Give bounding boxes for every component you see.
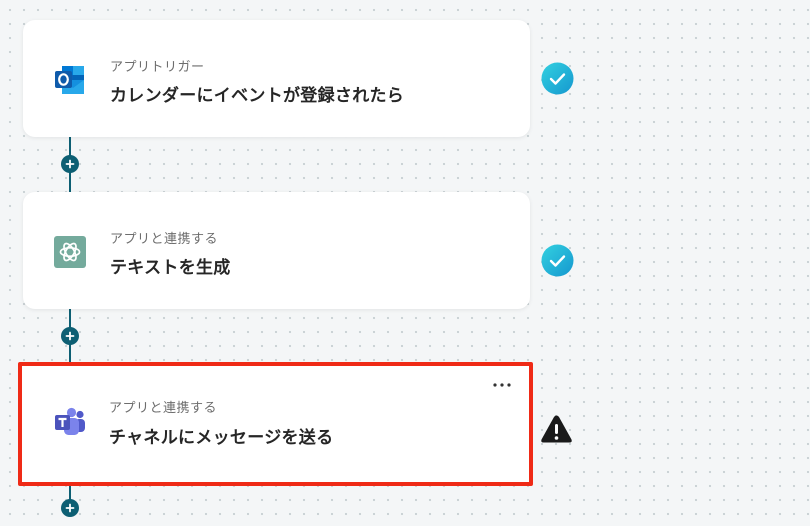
plus-icon xyxy=(65,503,75,513)
warning-icon xyxy=(541,415,572,443)
success-check-icon xyxy=(541,62,574,95)
step-type-label: アプリと連携する xyxy=(109,401,218,416)
step-menu-button[interactable] xyxy=(491,378,513,392)
flow-step-card-trigger[interactable]: アプリトリガー カレンダーにイベントが登録されたら xyxy=(23,20,530,137)
flow-step-card-generate-text[interactable]: アプリと連携する テキストを生成 xyxy=(23,192,530,309)
step-title: チャネルにメッセージを送る xyxy=(109,428,334,448)
step-type-label: アプリトリガー xyxy=(110,60,205,75)
step-title: カレンダーにイベントが登録されたら xyxy=(110,86,405,106)
step-title: テキストを生成 xyxy=(110,258,231,278)
add-step-button[interactable] xyxy=(61,327,79,345)
plus-icon xyxy=(65,331,75,341)
add-step-button[interactable] xyxy=(61,499,79,517)
step-type-label: アプリと連携する xyxy=(110,232,219,247)
chatgpt-icon xyxy=(54,236,86,268)
add-step-button[interactable] xyxy=(61,155,79,173)
teams-icon xyxy=(55,407,85,435)
outlook-icon xyxy=(55,66,84,94)
success-check-icon xyxy=(541,244,574,277)
flow-step-card-send-message[interactable]: アプリと連携する チャネルにメッセージを送る xyxy=(18,362,533,486)
more-options-icon xyxy=(493,383,511,387)
plus-icon xyxy=(65,159,75,169)
